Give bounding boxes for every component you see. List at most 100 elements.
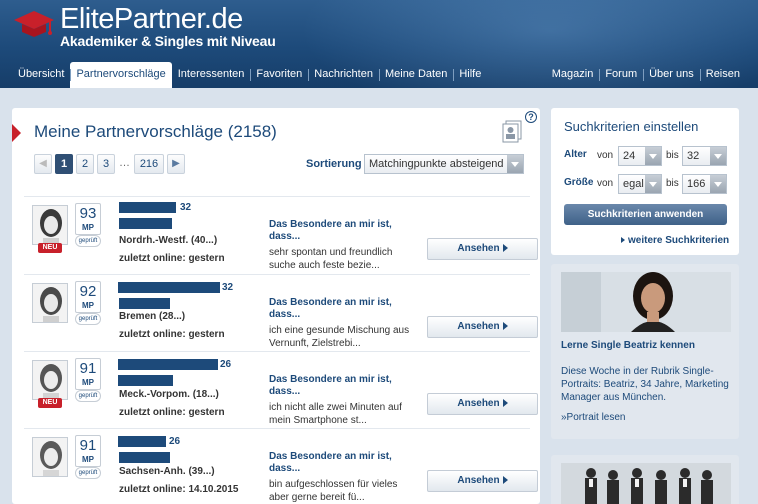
promo-title[interactable]: Lerne Single Beatriz kennen: [561, 340, 695, 351]
secondary-promo: [551, 455, 739, 504]
secondary-nav: Magazin Forum Über uns Reisen: [546, 62, 746, 88]
profile-cards-view-icon[interactable]: [500, 120, 524, 144]
pagination: ◀ 1 2 3 … 216 ▶: [34, 154, 185, 174]
logo-subtitle: Akademiker & Singles mit Niveau: [60, 33, 276, 49]
profile-last-online: zuletzt online: gestern: [119, 329, 225, 340]
pagination-last-page[interactable]: 216: [134, 154, 164, 174]
redacted-name-bar: [118, 282, 220, 293]
pagination-page-2[interactable]: 2: [76, 154, 94, 174]
profile-location: Bremen (28...): [119, 311, 186, 322]
nav-tab-meine-daten[interactable]: Meine Daten: [378, 62, 453, 88]
view-profile-button[interactable]: Ansehen: [427, 470, 538, 492]
height-to-word: bis: [666, 178, 679, 189]
sort-select[interactable]: Matchingpunkte absteigend: [364, 154, 524, 174]
profile-photo[interactable]: [32, 437, 68, 477]
profile-age: 26: [220, 359, 232, 370]
view-profile-button-label: Ansehen: [457, 475, 500, 486]
nav-tab-partnervorschlaege[interactable]: Partnervorschläge: [70, 62, 172, 88]
pagination-page-3[interactable]: 3: [97, 154, 115, 174]
profile-row: NEU 93 MP geprüft 32 Nordrh.-Westf. (40.…: [24, 196, 538, 273]
group-photo[interactable]: [561, 463, 731, 504]
nav-link-reisen[interactable]: Reisen: [699, 62, 746, 88]
matching-points-value: 92: [79, 283, 97, 300]
promo-photo[interactable]: [561, 272, 731, 332]
height-from-select[interactable]: egal: [618, 174, 662, 194]
chevron-down-icon: [645, 175, 661, 193]
nav-tab-hilfe[interactable]: Hilfe: [453, 62, 487, 88]
age-from-select[interactable]: 24: [618, 146, 662, 166]
logo-title[interactable]: ElitePartner.de: [60, 3, 243, 36]
chevron-down-icon: [710, 147, 726, 165]
partner-suggestions-panel: Meine Partnervorschläge (2158) ? ◀ 1 2 3…: [12, 108, 540, 504]
graduation-cap-logo-icon[interactable]: [12, 8, 56, 40]
nav-link-magazin[interactable]: Magazin: [546, 62, 600, 88]
height-to-select[interactable]: 166: [682, 174, 727, 194]
search-criteria-title: Suchkriterien einstellen: [564, 119, 699, 134]
profile-location: Sachsen-Anh. (39...): [119, 466, 215, 477]
profile-last-online: zuletzt online: 14.10.2015: [119, 484, 239, 495]
view-profile-button[interactable]: Ansehen: [427, 316, 538, 338]
nav-tab-favoriten[interactable]: Favoriten: [250, 62, 308, 88]
arrow-right-icon: [502, 322, 508, 330]
redacted-name-bar: [118, 436, 166, 447]
profile-row: 92 MP geprüft 32 Bremen (28...) zuletzt …: [24, 274, 538, 351]
chevron-down-icon: [507, 155, 523, 173]
view-profile-button-label: Ansehen: [457, 398, 500, 409]
main-nav: Übersicht Partnervorschläge Interessente…: [12, 62, 487, 88]
arrow-right-icon: [502, 399, 508, 407]
profile-photo[interactable]: [32, 360, 68, 400]
pagination-next-button[interactable]: ▶: [167, 154, 185, 174]
matching-points-badge: 93 MP: [75, 203, 101, 235]
profile-age: 32: [180, 202, 192, 213]
pagination-prev-button[interactable]: ◀: [34, 154, 52, 174]
view-profile-button[interactable]: Ansehen: [427, 393, 538, 415]
nav-link-ueber-uns[interactable]: Über uns: [643, 62, 700, 88]
age-to-select[interactable]: 32: [682, 146, 727, 166]
nav-tab-nachrichten[interactable]: Nachrichten: [308, 62, 379, 88]
nav-link-forum[interactable]: Forum: [599, 62, 643, 88]
chevron-down-icon: [645, 147, 661, 165]
height-to-value: 166: [687, 178, 706, 190]
help-icon[interactable]: ?: [525, 111, 537, 123]
redacted-name-bar: [119, 202, 176, 213]
matching-points-badge: 91 MP: [75, 358, 101, 390]
redacted-occupation-bar: [119, 218, 172, 229]
more-search-criteria-link[interactable]: weitere Suchkriterien: [621, 235, 729, 246]
matching-points-value: 91: [79, 437, 97, 454]
view-profile-button-label: Ansehen: [457, 321, 500, 332]
about-heading: Das Besondere an mir ist, dass...: [269, 374, 392, 397]
profile-last-online: zuletzt online: gestern: [119, 407, 225, 418]
profile-photo[interactable]: [32, 283, 68, 323]
age-to-word: bis: [666, 150, 679, 161]
promo-read-portrait-link[interactable]: »Portrait lesen: [561, 412, 625, 423]
people-lineup-icon: [561, 463, 731, 504]
height-label: Größe: [564, 177, 594, 188]
redacted-occupation-bar: [118, 375, 173, 386]
height-from-word: von: [597, 178, 614, 189]
profile-photo-silhouette-icon: [40, 287, 62, 322]
view-profile-button[interactable]: Ansehen: [427, 238, 538, 260]
woman-portrait-icon: [561, 272, 731, 332]
nav-tab-interessenten[interactable]: Interessenten: [172, 62, 251, 88]
about-text: ich nicht alle zwei Minuten auf mein Sma…: [269, 402, 402, 426]
new-badge: NEU: [38, 398, 62, 408]
profile-location: Nordrh.-Westf. (40...): [119, 235, 218, 246]
age-from-value: 24: [623, 150, 636, 162]
profile-photo[interactable]: [32, 205, 68, 245]
promo-text: Diese Woche in der Rubrik Single-Portrai…: [561, 366, 729, 403]
about-heading: Das Besondere an mir ist, dass...: [269, 451, 392, 474]
chevron-down-icon: [710, 175, 726, 193]
pagination-page-1[interactable]: 1: [55, 154, 73, 174]
search-criteria-panel: Suchkriterien einstellen Alter von 24 bi…: [551, 108, 739, 255]
matching-points-value: 91: [79, 360, 97, 377]
height-from-value: egal: [623, 178, 644, 190]
matching-points-unit: MP: [82, 223, 94, 232]
matching-points-value: 93: [79, 205, 97, 222]
profile-age: 26: [169, 436, 181, 447]
verified-badge: geprüft: [75, 467, 101, 479]
profile-location: Meck.-Vorpom. (18...): [119, 389, 219, 400]
apply-search-button[interactable]: Suchkriterien anwenden: [564, 204, 727, 225]
nav-tab-uebersicht[interactable]: Übersicht: [12, 62, 70, 88]
profile-last-online: zuletzt online: gestern: [119, 253, 225, 264]
about-text: bin aufgeschlossen für vieles aber gerne…: [269, 479, 398, 503]
